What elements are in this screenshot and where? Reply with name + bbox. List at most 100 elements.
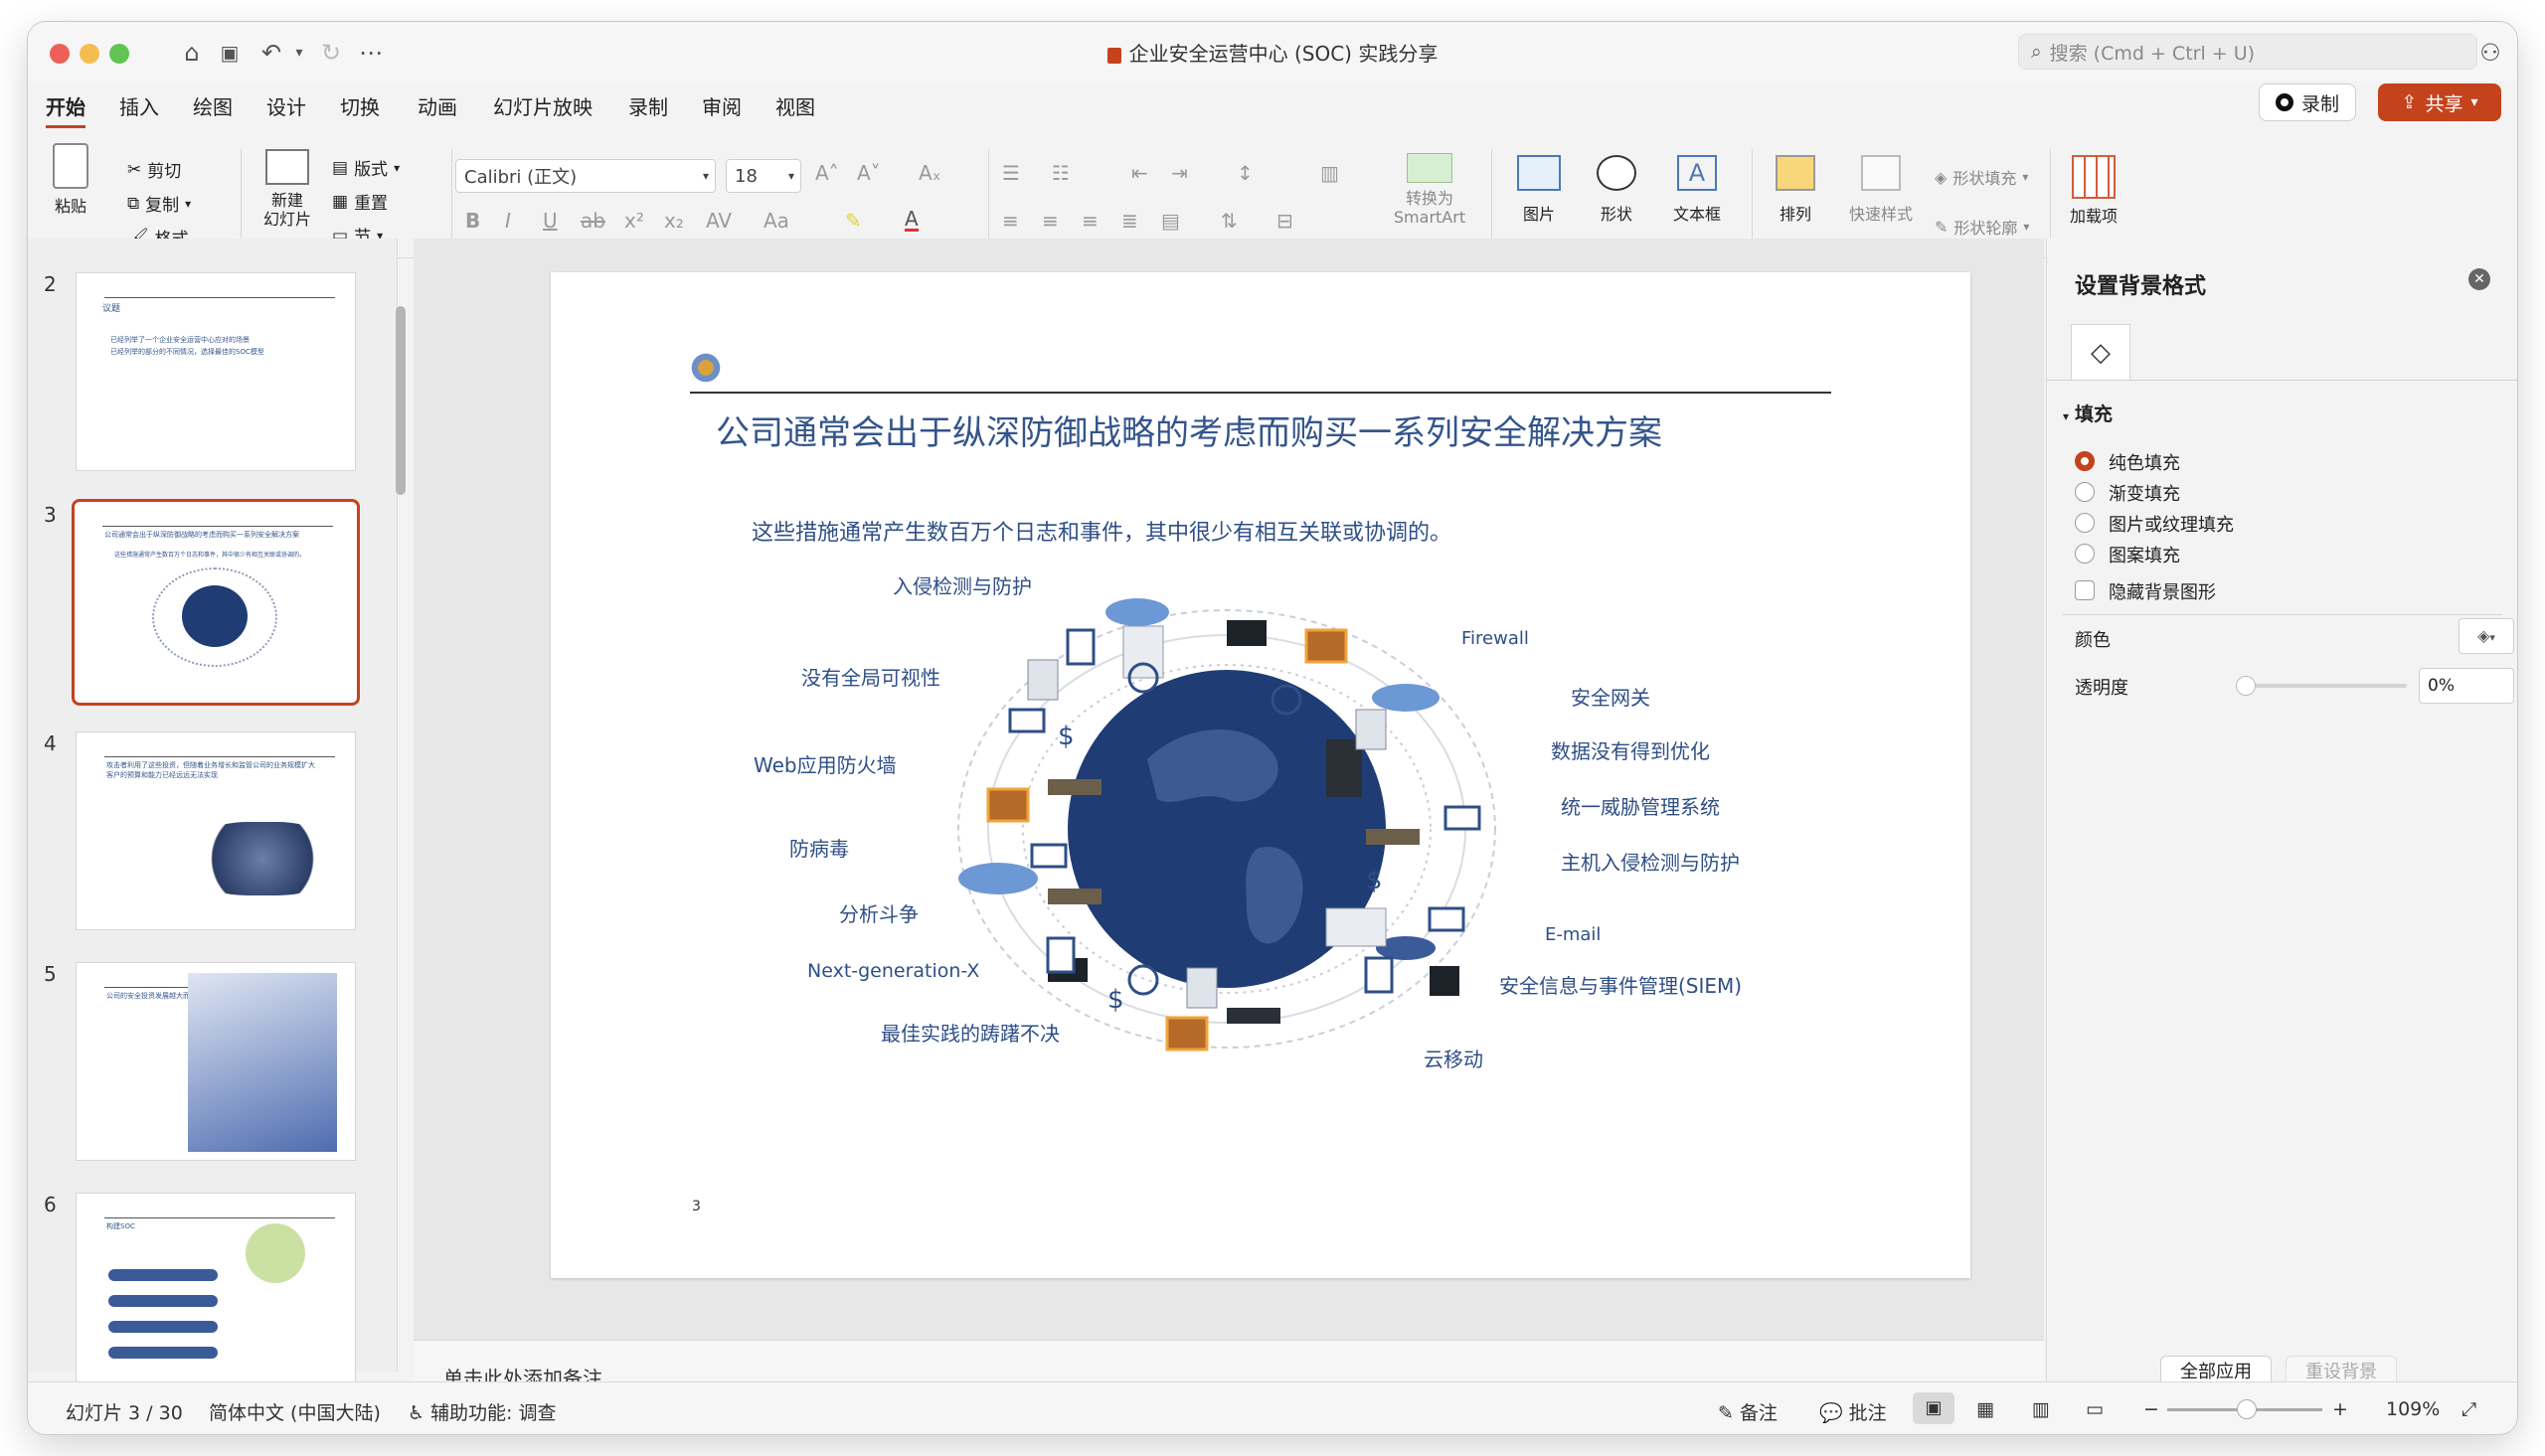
slide-subtitle[interactable]: 这些措施通常产生数百万个日志和事件，其中很少有相互关联或协调的。 xyxy=(752,515,1451,547)
textbox-button[interactable]: A 文本框 xyxy=(1662,155,1732,225)
dollar-icon: $ xyxy=(1058,722,1075,751)
zoom-level[interactable]: 109% xyxy=(2386,1398,2440,1420)
fill-tab-button[interactable]: ◇ xyxy=(2071,324,2130,380)
document-icon xyxy=(1364,956,1394,994)
font-size-select[interactable]: 18 ▾ xyxy=(726,159,801,193)
paste-button[interactable]: 粘贴 xyxy=(46,143,95,217)
justify-icon[interactable]: ≣ xyxy=(1121,209,1138,233)
slide-thumbnail-4[interactable]: 攻击者利用了这些投资，但随着业务增长和监管公司的业务规模扩大 客户的预算和能力已… xyxy=(76,731,356,930)
font-name-select[interactable]: Calibri (正文) ▾ xyxy=(455,159,716,193)
slide-title[interactable]: 公司通常会出于纵深防御战略的考虑而购买一系列安全解决方案 xyxy=(716,405,1662,454)
shape-button[interactable]: 形状 xyxy=(1587,155,1646,225)
transparency-input[interactable]: 0% xyxy=(2419,668,2514,704)
transparency-slider-thumb[interactable] xyxy=(2236,676,2256,696)
tab-insert[interactable]: 插入 xyxy=(119,91,159,120)
notes-button[interactable]: ✎ 备注 xyxy=(1718,1398,1778,1425)
numbering-icon[interactable]: ☷ xyxy=(1052,161,1070,185)
gradient-fill-radio[interactable] xyxy=(2075,482,2095,502)
tab-review[interactable]: 审阅 xyxy=(702,91,742,120)
quick-styles-button[interactable]: 快速样式 xyxy=(1841,155,1921,225)
font-color-icon[interactable]: A xyxy=(905,209,919,232)
grow-font-icon[interactable]: A˄ xyxy=(815,161,839,185)
thumbnail-number: 3 xyxy=(44,503,57,527)
align-right-icon[interactable]: ≡ xyxy=(1082,209,1099,233)
tab-animations[interactable]: 动画 xyxy=(418,91,457,120)
pattern-fill-radio[interactable] xyxy=(2075,544,2095,564)
fit-to-window-icon[interactable]: ⤢ xyxy=(2461,1398,2476,1420)
italic-icon[interactable]: I xyxy=(505,209,511,233)
solid-fill-radio[interactable] xyxy=(2075,451,2095,471)
character-spacing-icon[interactable]: AV xyxy=(706,209,732,233)
change-case-icon[interactable]: Aa xyxy=(764,209,789,233)
tab-transitions[interactable]: 切换 xyxy=(340,91,380,120)
subscript-icon[interactable]: x₂ xyxy=(664,209,684,233)
bullets-icon[interactable]: ☰ xyxy=(1002,161,1020,185)
transparency-slider-track[interactable] xyxy=(2242,684,2407,688)
tab-slideshow[interactable]: 幻灯片放映 xyxy=(493,91,593,120)
zoom-slider-thumb[interactable] xyxy=(2237,1399,2257,1419)
arrange-button[interactable]: 排列 xyxy=(1768,155,1823,225)
reset-button[interactable]: ▦ 重置 xyxy=(332,189,388,215)
clear-format-icon[interactable]: Aₓ xyxy=(919,161,941,185)
superscript-icon[interactable]: x² xyxy=(624,209,644,233)
align-text-icon[interactable]: ⊟ xyxy=(1276,209,1293,233)
shrink-font-icon[interactable]: A˅ xyxy=(857,161,881,185)
zoom-in-icon[interactable]: + xyxy=(2332,1398,2348,1420)
increase-indent-icon[interactable]: ⇥ xyxy=(1171,161,1188,185)
shape-fill-button[interactable]: ◈ 形状填充 ▾ xyxy=(1935,165,2028,189)
slide-thumbnail-6[interactable]: 构建SOC xyxy=(76,1193,356,1391)
copy-icon: ⧉ xyxy=(127,193,140,214)
slide-thumbnail-3-selected[interactable]: 公司通常会出于纵深防御战略的考虑而购买一系列安全解决方案 这些措施通常产生数百万… xyxy=(72,499,360,706)
convert-smartart-button[interactable]: 转换为 SmartArt xyxy=(1390,153,1469,227)
picture-fill-radio[interactable] xyxy=(2075,513,2095,533)
slide-canvas[interactable]: 公司通常会出于纵深防御战略的考虑而购买一系列安全解决方案 这些措施通常产生数百万… xyxy=(414,239,2044,1340)
copy-button[interactable]: ⧉ 复制 ▾ xyxy=(127,191,191,217)
color-picker-button[interactable]: ◈▾ xyxy=(2459,618,2514,654)
highlight-icon[interactable]: ✎ xyxy=(845,209,862,233)
layout-button[interactable]: ▤ 版式 ▾ xyxy=(332,155,400,181)
current-slide[interactable]: 公司通常会出于纵深防御战略的考虑而购买一系列安全解决方案 这些措施通常产生数百万… xyxy=(551,272,1970,1278)
slide-counter: 幻灯片 3 / 30 xyxy=(66,1402,183,1424)
slide-sorter-icon[interactable]: ▦ xyxy=(1976,1398,1994,1420)
share-button[interactable]: ⇪ 共享 ▾ xyxy=(2378,83,2501,121)
picture-button[interactable]: 图片 xyxy=(1509,155,1569,225)
comments-button[interactable]: 💬 批注 xyxy=(1819,1398,1887,1425)
columns-icon[interactable]: ▥ xyxy=(1320,161,1339,185)
tab-home[interactable]: 开始 xyxy=(46,91,85,128)
slide-thumbnail-5[interactable]: 公司的安全投资发展越大而越 xyxy=(76,962,356,1161)
normal-view-button[interactable]: ▣ xyxy=(1913,1392,1954,1424)
accessibility-button[interactable]: ♿ 辅助功能: 调查 xyxy=(408,1398,557,1425)
cut-button[interactable]: ✂ 剪切 xyxy=(127,157,181,183)
distributed-icon[interactable]: ▤ xyxy=(1161,209,1180,233)
bold-icon[interactable]: B xyxy=(465,209,480,233)
collaboration-icon[interactable]: ⚇ xyxy=(2473,36,2507,70)
decrease-indent-icon[interactable]: ⇤ xyxy=(1131,161,1148,185)
hide-bg-label: 隐藏背景图形 xyxy=(2109,582,2216,603)
line-spacing-icon[interactable]: ↕ xyxy=(1237,161,1254,185)
tab-draw[interactable]: 绘图 xyxy=(193,91,233,120)
reading-view-icon[interactable]: ▥ xyxy=(2032,1398,2050,1420)
language-indicator[interactable]: 简体中文 (中国大陆) xyxy=(209,1398,381,1425)
close-panel-button[interactable]: ✕ xyxy=(2468,268,2490,290)
underline-icon[interactable]: U xyxy=(543,209,558,233)
tab-design[interactable]: 设计 xyxy=(266,91,306,120)
align-center-icon[interactable]: ≡ xyxy=(1042,209,1059,233)
fill-section-header[interactable]: ▾ 填充 xyxy=(2063,400,2113,426)
search-input[interactable]: ⌕ 搜索 (Cmd + Ctrl + U) xyxy=(2018,34,2477,70)
slide-thumbnails-panel[interactable]: 2 议题 已经列举了一个企业安全运营中心应对的场景 已经列举的部分的不同情况，选… xyxy=(28,239,398,1391)
record-icon xyxy=(2275,93,2293,111)
zoom-out-icon[interactable]: − xyxy=(2143,1398,2159,1420)
text-direction-icon[interactable]: ⇅ xyxy=(1221,209,1238,233)
new-slide-button[interactable]: 新建 幻灯片 xyxy=(253,149,322,229)
tab-record[interactable]: 录制 xyxy=(628,91,668,120)
record-button[interactable]: 录制 xyxy=(2259,83,2356,121)
slide-thumbnail-2[interactable]: 议题 已经列举了一个企业安全运营中心应对的场景 已经列举的部分的不同情况，选择最… xyxy=(76,272,356,471)
tab-view[interactable]: 视图 xyxy=(775,91,815,120)
align-left-icon[interactable]: ≡ xyxy=(1002,209,1019,233)
presenter-view-icon[interactable]: ▭ xyxy=(2086,1398,2104,1420)
hide-bg-checkbox[interactable] xyxy=(2075,580,2095,600)
addins-button[interactable]: 加载项 xyxy=(2062,155,2125,227)
shape-outline-button[interactable]: ✎ 形状轮廓 ▾ xyxy=(1935,215,2029,239)
strikethrough-icon[interactable]: ab xyxy=(581,209,605,233)
thumbnails-scrollbar[interactable] xyxy=(396,306,406,495)
